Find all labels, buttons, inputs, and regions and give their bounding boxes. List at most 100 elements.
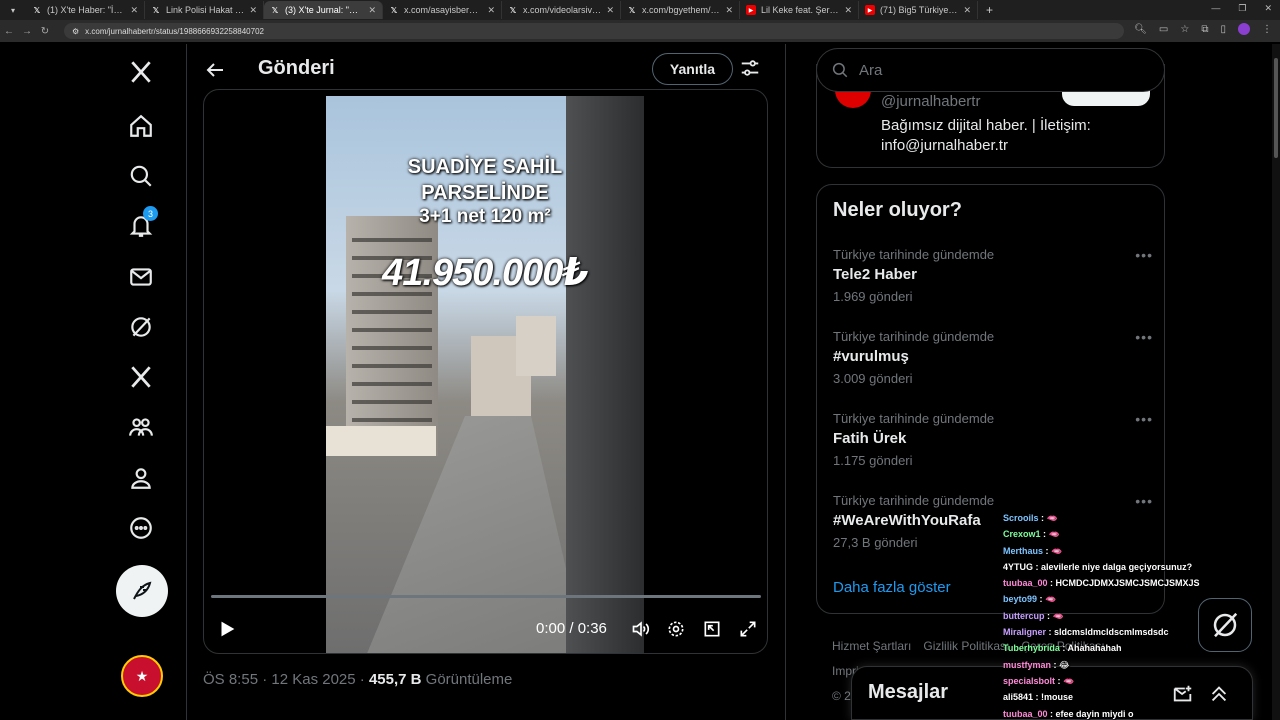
site-info-icon[interactable]: ⚙ xyxy=(72,27,79,36)
browser-tab[interactable]: 𝕏x.com/videolarsivi/status/1988... ✕ xyxy=(502,1,621,19)
picture-in-picture-icon[interactable] xyxy=(702,619,722,639)
chat-message: Crexow1 : 🫦 xyxy=(1003,526,1243,542)
close-window-icon[interactable]: ✕ xyxy=(1264,3,1272,14)
compose-post-button[interactable] xyxy=(116,565,168,617)
overlay-line: SUADİYE SAHİL xyxy=(407,156,563,178)
chat-username[interactable]: Scrooils xyxy=(1003,513,1039,523)
follow-button[interactable] xyxy=(1062,90,1150,106)
profile-icon[interactable] xyxy=(125,462,157,494)
grok-icon[interactable] xyxy=(125,311,157,343)
zoom-icon[interactable]: 🔍︎ xyxy=(1134,24,1147,35)
trend-item[interactable]: Türkiye tarihinde gündemde Tele2 Haber 1.9… xyxy=(833,247,1153,317)
chat-username[interactable]: Merthaus xyxy=(1003,546,1043,556)
reply-filter-icon[interactable] xyxy=(739,57,761,79)
new-tab-button[interactable]: + xyxy=(986,3,993,17)
browser-tab[interactable]: ▶ Lil Keke feat. Şerok Ahmet - Yo... ✕ xyxy=(740,1,859,19)
chat-message: Tuberhybrida : Ahahahahah xyxy=(1003,640,1243,656)
trend-count: 1.175 gönderi xyxy=(833,453,913,468)
browser-tab[interactable]: 𝕏 Link Polisi Hakat v1.0 ✕ xyxy=(145,1,264,19)
back-nav-icon[interactable]: ← xyxy=(0,26,18,37)
communities-icon[interactable] xyxy=(125,411,157,443)
url-field[interactable]: ⚙ x.com/jurnalhabertr/status/19886669322… xyxy=(64,23,1124,39)
tab-title: x.com/videolarsivi/status/1988... xyxy=(523,5,602,15)
sidepanel-icon[interactable]: ▯ xyxy=(1220,24,1226,35)
notifications-bell-icon[interactable]: 3 xyxy=(125,206,158,242)
chat-username[interactable]: tuubaa_00 xyxy=(1003,709,1048,719)
volume-icon[interactable] xyxy=(631,619,651,639)
chat-separator: : xyxy=(1046,627,1055,638)
reload-icon[interactable]: ↻ xyxy=(36,26,54,37)
bookmark-star-icon[interactable]: ☆ xyxy=(1180,24,1189,35)
footer-link[interactable]: Gizlilik Politikası xyxy=(923,639,1009,653)
author-handle[interactable]: @jurnalhabertr xyxy=(881,93,980,110)
close-tab-icon[interactable]: ✕ xyxy=(963,5,971,16)
browser-tab[interactable]: 𝕏x.com/bgyethem/status/19888... ✕ xyxy=(621,1,740,19)
cast-icon[interactable]: ▭ xyxy=(1159,24,1168,35)
overlay-line: PARSELİNDE xyxy=(421,182,549,204)
minimize-icon[interactable]: — xyxy=(1211,3,1220,14)
video-progress-bar[interactable] xyxy=(211,595,761,598)
more-options-icon[interactable]: ••• xyxy=(1135,329,1153,345)
play-icon[interactable] xyxy=(216,618,238,640)
browser-menu-icon[interactable]: ⋮ xyxy=(1262,24,1272,35)
close-tab-icon[interactable]: ✕ xyxy=(844,5,852,16)
chat-username[interactable]: tuubaa_00 xyxy=(1003,578,1048,588)
more-options-icon[interactable]: ••• xyxy=(1135,411,1153,427)
chat-username[interactable]: mustfyman xyxy=(1003,660,1051,670)
post-metadata: ÖS 8:55 · 12 Kas 2025 · 455,7 B Görüntül… xyxy=(203,671,512,688)
chat-username[interactable]: ali5841 xyxy=(1003,692,1033,702)
close-tab-icon[interactable]: ✕ xyxy=(606,5,614,16)
chat-username[interactable]: 4YTUG xyxy=(1003,562,1033,572)
forward-nav-icon[interactable]: → xyxy=(18,26,36,37)
video-frame: SUADİYE SAHİL PARSELİNDE 3+1 net 120 m² … xyxy=(326,96,644,653)
browser-tab[interactable]: ▶ (71) Big5 Türkiye | Hazırlık Sezo... ✕ xyxy=(859,1,978,19)
search-input[interactable]: Ara xyxy=(816,48,1165,92)
more-circle-icon[interactable] xyxy=(125,512,157,544)
browser-tab[interactable]: 𝕏 (1) X'te Haber: "İstanbul'da bir... ✕ xyxy=(26,1,145,19)
chat-username[interactable]: specialsbolt xyxy=(1003,676,1055,686)
x-logo-icon[interactable] xyxy=(125,56,157,88)
account-avatar[interactable]: ★ xyxy=(121,655,163,697)
chat-username[interactable]: Tuberhybrida xyxy=(1003,643,1060,653)
profile-avatar[interactable] xyxy=(1238,23,1250,35)
settings-gear-icon[interactable] xyxy=(666,619,686,639)
close-tab-icon[interactable]: ✕ xyxy=(368,5,376,16)
show-more-link[interactable]: Daha fazla göster xyxy=(833,579,951,596)
chat-message: 4YTUG : alevilerle niye dalga geçiyorsun… xyxy=(1003,559,1243,575)
close-tab-icon[interactable]: ✕ xyxy=(249,5,257,16)
close-tab-icon[interactable]: ✕ xyxy=(487,5,495,16)
footer-link[interactable]: Hizmet Şartları xyxy=(832,639,911,653)
browser-tab[interactable]: 𝕏x.com/asayisberkemal0/status/... ✕ xyxy=(383,1,502,19)
chat-username[interactable]: buttercup xyxy=(1003,611,1045,621)
trend-item[interactable]: Türkiye tarihinde gündemde Fatih Ürek 1.17… xyxy=(833,411,1153,481)
scrollbar-thumb[interactable] xyxy=(1274,58,1278,158)
chat-username[interactable]: beyto99 xyxy=(1003,594,1037,604)
back-arrow-icon[interactable] xyxy=(203,58,227,82)
tab-title: (1) X'te Haber: "İstanbul'da bir... xyxy=(47,5,126,15)
more-options-icon[interactable]: ••• xyxy=(1135,247,1153,263)
post-timestamp[interactable]: ÖS 8:55 · 12 Kas 2025 · xyxy=(203,671,369,688)
messages-envelope-icon[interactable] xyxy=(125,261,157,293)
chat-username[interactable]: Miraligner xyxy=(1003,627,1046,637)
close-tab-icon[interactable]: ✕ xyxy=(725,5,733,16)
reply-button[interactable]: Yanıtla xyxy=(652,53,733,85)
extensions-icon[interactable]: ⧉ xyxy=(1201,24,1208,35)
view-count: 455,7 B xyxy=(368,671,422,688)
tab-search-icon[interactable]: ▾ xyxy=(4,3,22,17)
video-overlay-title: SUADİYE SAHİL PARSELİNDE xyxy=(326,154,644,206)
more-options-icon[interactable]: ••• xyxy=(1135,493,1153,509)
page-scrollbar[interactable] xyxy=(1272,44,1280,720)
views-label: Görüntüleme xyxy=(421,671,513,688)
restore-icon[interactable]: ❐ xyxy=(1238,3,1246,14)
home-icon[interactable] xyxy=(125,110,157,142)
explore-search-icon[interactable] xyxy=(125,160,157,192)
primary-navigation: 3 ★ xyxy=(100,44,186,720)
browser-tab[interactable]: 𝕏 (3) X'te Jurnal: "Suadiye'de 41.9... ✕ xyxy=(264,1,383,19)
chat-username[interactable]: Crexow1 xyxy=(1003,529,1041,539)
fullscreen-icon[interactable] xyxy=(738,619,758,639)
chat-separator: : xyxy=(1043,545,1052,556)
video-player[interactable]: SUADİYE SAHİL PARSELİNDE 3+1 net 120 m² … xyxy=(203,89,768,654)
premium-x-icon[interactable] xyxy=(125,361,157,393)
close-tab-icon[interactable]: ✕ xyxy=(130,5,138,16)
trend-item[interactable]: Türkiye tarihinde gündemde #vurulmuş 3.009… xyxy=(833,329,1153,399)
